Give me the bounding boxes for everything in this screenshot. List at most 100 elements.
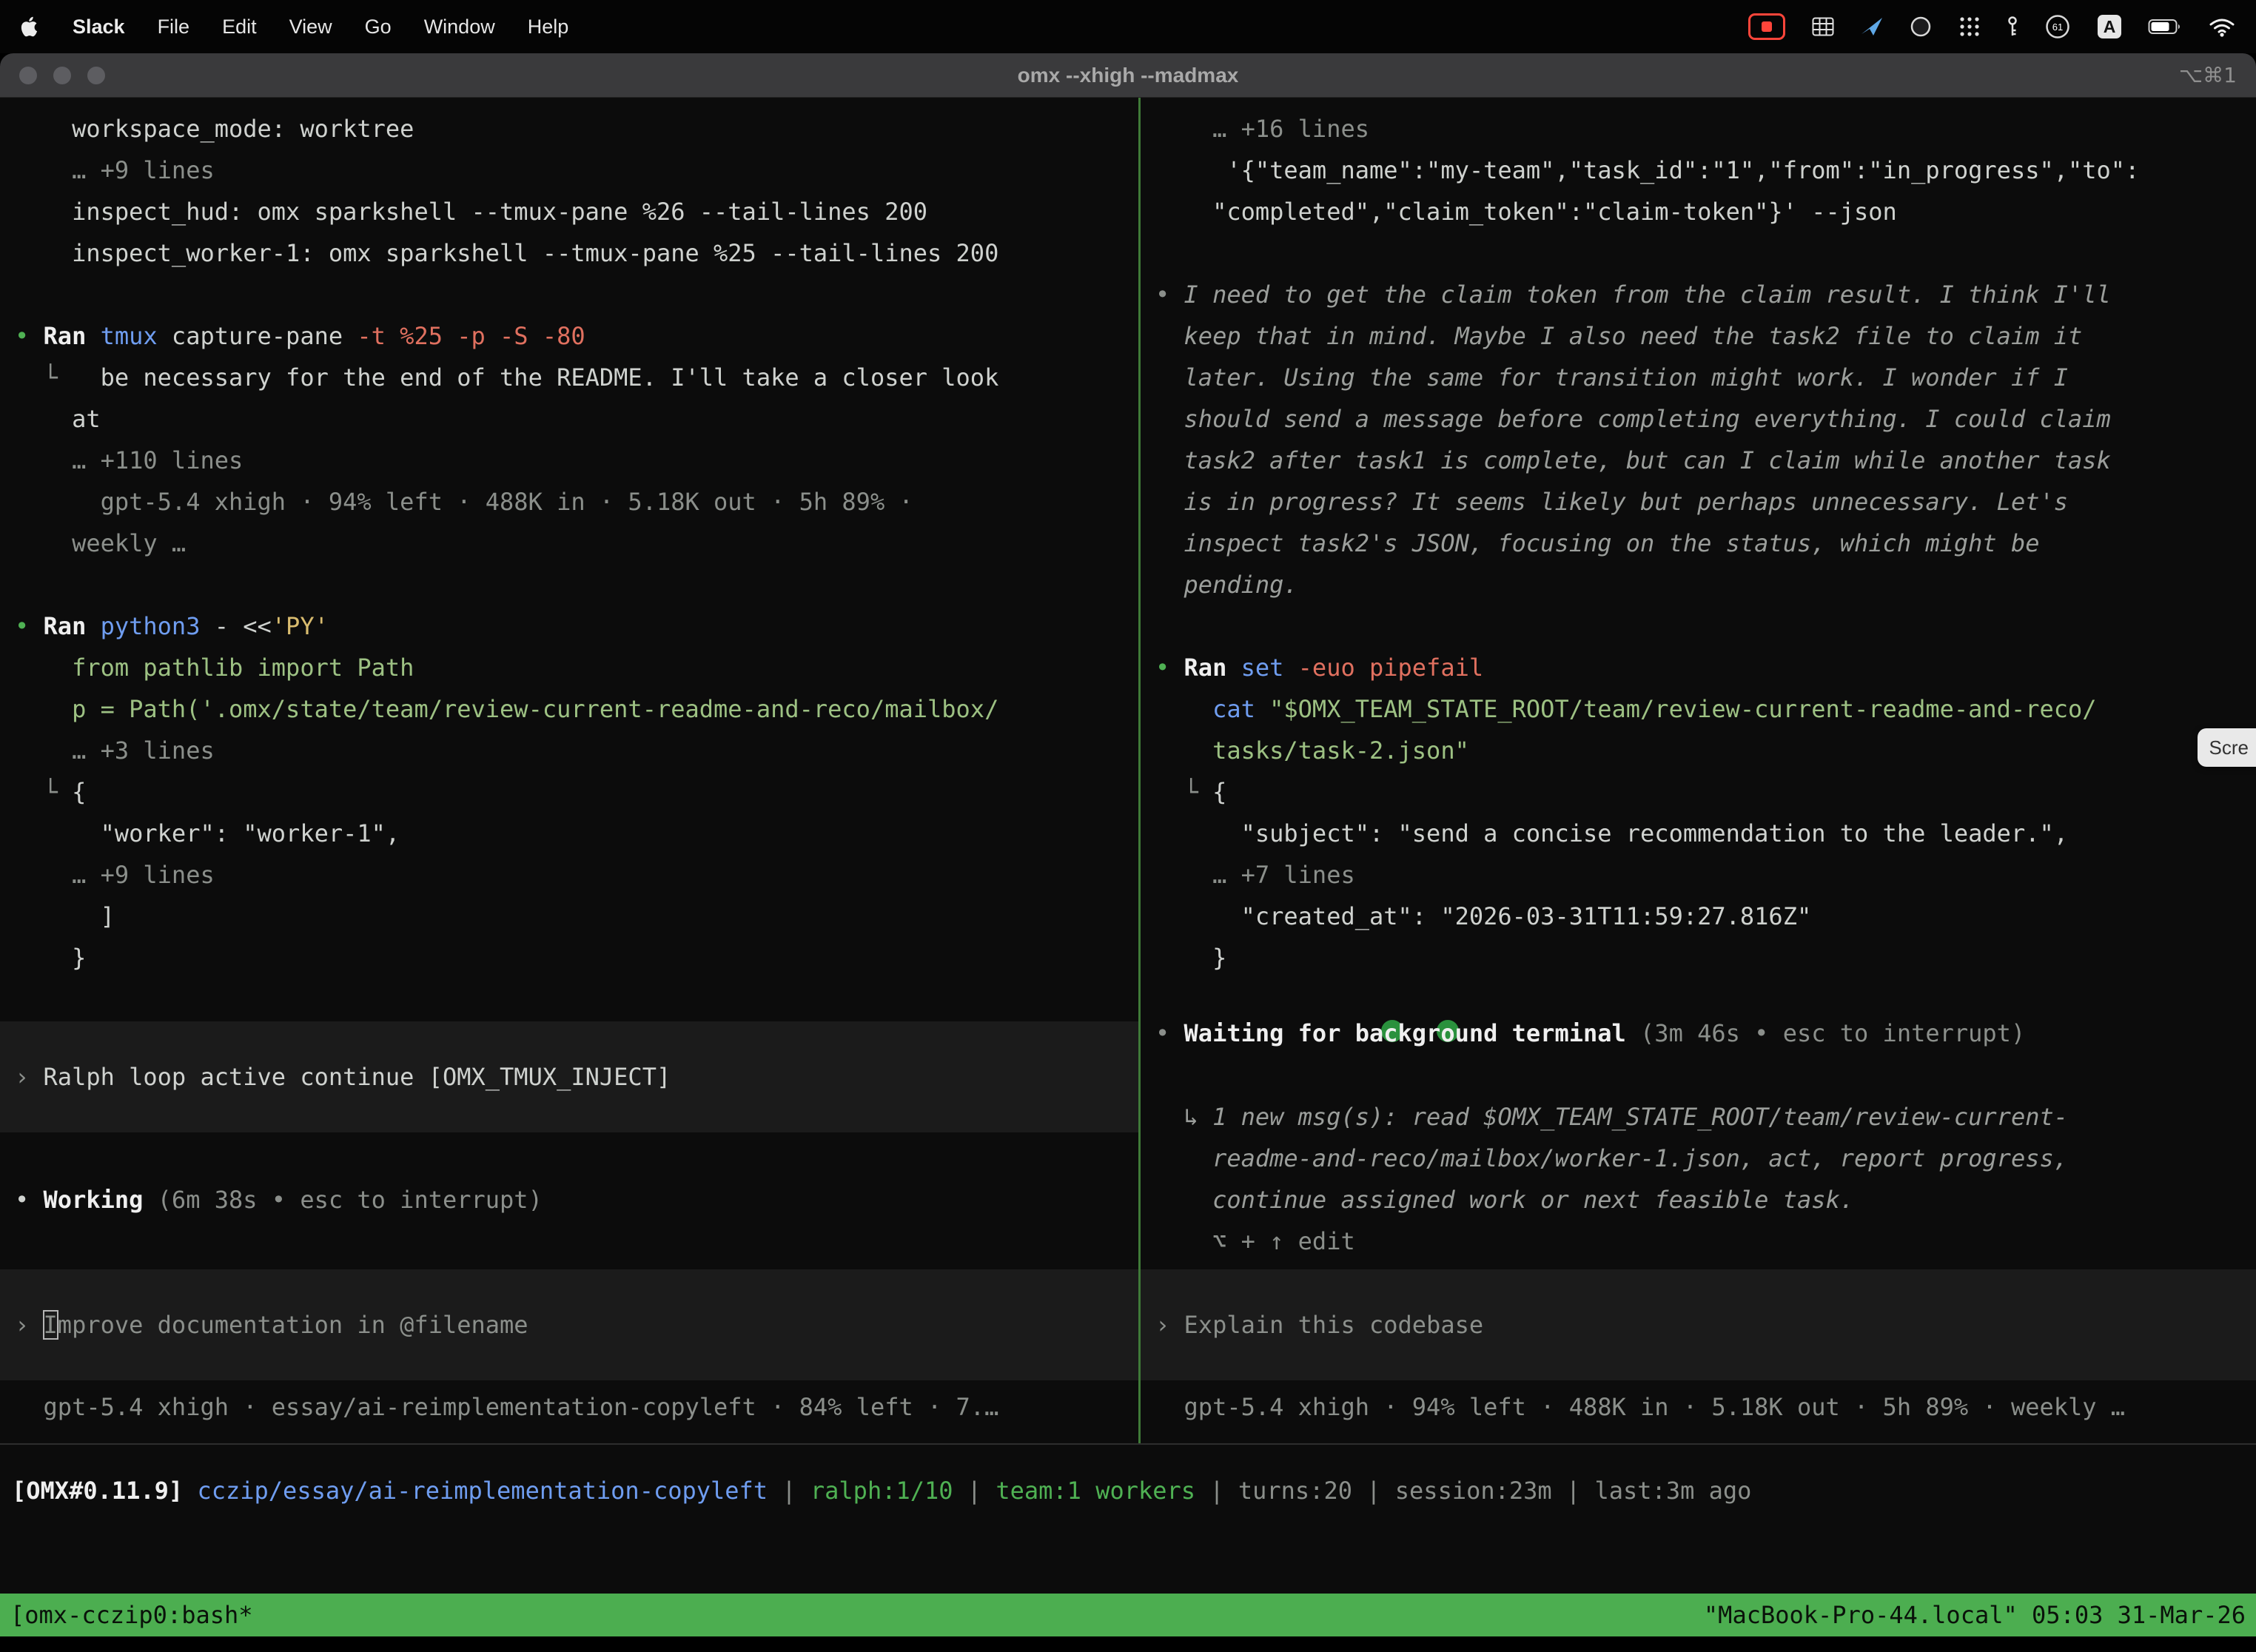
- terminal-line: pending.: [1141, 564, 2256, 605]
- text-segment: tmux: [101, 322, 172, 350]
- text-segment: ›: [15, 1311, 44, 1339]
- text-segment: ↳ 1 new msg(s): read $OMX_TEAM_STATE_ROO…: [1155, 1103, 2068, 1131]
- text-segment: … +110 lines: [15, 446, 243, 474]
- text-segment: └: [15, 363, 101, 392]
- screen-overlay-text: Scre: [2209, 736, 2249, 759]
- text-segment: '{"team_name":"my-team","task_id":"1","f…: [1155, 156, 2139, 184]
- grid-icon[interactable]: [1812, 17, 1834, 36]
- active-app-name[interactable]: Slack: [73, 16, 125, 38]
- menu-edit[interactable]: Edit: [222, 16, 257, 38]
- terminal-line: … +16 lines: [1141, 108, 2256, 150]
- menu-window[interactable]: Window: [424, 16, 495, 38]
- text-segment: ›: [1155, 1311, 1184, 1339]
- spacer: [1141, 1262, 2256, 1269]
- text-segment: "subject": "send a concise recommendatio…: [1155, 819, 2068, 847]
- close-button[interactable]: [19, 67, 37, 84]
- terminal-line: • Working (6m 38s • esc to interrupt): [0, 1179, 1138, 1220]
- text-segment: cat: [1155, 695, 1269, 723]
- text-segment: gpt-5.4 xhigh · 94% left · 488K in · 5.1…: [1155, 1393, 2125, 1421]
- terminal-line: weekly …: [0, 523, 1138, 564]
- text-segment: ]: [15, 902, 115, 930]
- prompt-input[interactable]: › Improve documentation in @filename: [0, 1269, 1138, 1380]
- prompt-input[interactable]: › Explain this codebase: [1141, 1269, 2256, 1380]
- text-segment: "$OMX_TEAM_STATE_ROOT/team/review-curren…: [1269, 695, 2096, 723]
- terminal-line: • Ran set -euo pipefail: [1141, 647, 2256, 688]
- terminal-line: at: [0, 398, 1138, 440]
- terminal-line: p = Path('.omx/state/team/review-current…: [0, 688, 1138, 730]
- text-segment: set: [1241, 654, 1298, 682]
- window-title-bar[interactable]: omx --xhigh --madmax ⌥⌘1: [0, 53, 2256, 98]
- terminal-line: tasks/task-2.json": [1141, 730, 2256, 771]
- text-segment: … +16 lines: [1155, 115, 1369, 143]
- wifi-icon[interactable]: [2209, 16, 2235, 37]
- terminal-line: '{"team_name":"my-team","task_id":"1","f…: [1141, 150, 2256, 191]
- text-segment: "worker": "worker-1",: [15, 819, 400, 847]
- terminal-line: • Ran tmux capture-pane -t %25 -p -S -80: [0, 315, 1138, 357]
- text-segment: }: [1155, 944, 1226, 972]
- text-segment: └: [1155, 778, 1212, 806]
- text-segment: }: [15, 944, 86, 972]
- text-segment: (6m 38s • esc to interrupt): [143, 1186, 542, 1214]
- terminal-line: "worker": "worker-1",: [0, 813, 1138, 854]
- menu-help[interactable]: Help: [528, 16, 569, 38]
- input-source-icon[interactable]: A: [2098, 15, 2121, 38]
- battery-gauge-icon[interactable]: 61: [2044, 13, 2071, 40]
- terminal-line: • Waiting for background terminal (3m 46…: [1141, 1013, 2256, 1054]
- text-segment: -t %25 -p -S -80: [357, 322, 585, 350]
- terminal-line: task2 after task1 is complete, but can I…: [1141, 440, 2256, 481]
- text-segment: p = Path('.omx/state/team/review-current…: [15, 695, 998, 723]
- text-segment: [OMX#0.11.9]: [12, 1477, 197, 1505]
- tmux-session-label[interactable]: [omx-cczip0:bash*: [10, 1601, 253, 1629]
- terminal-line: • Ran python3 - <<'PY': [0, 605, 1138, 647]
- bird-icon[interactable]: [1861, 16, 1883, 37]
- terminal-line: └ {: [0, 771, 1138, 813]
- screen-recording-stop-icon[interactable]: [1748, 13, 1785, 40]
- menu-view[interactable]: View: [289, 16, 332, 38]
- menu-bar: Slack File Edit View Go Window Help 61 A: [0, 0, 2256, 53]
- dots-grid-icon[interactable]: [1958, 16, 1981, 38]
- terminal-line: later. Using the same for transition mig…: [1141, 357, 2256, 398]
- text-segment: tasks/task-2.json": [1155, 736, 1469, 765]
- text-segment: I: [44, 1311, 58, 1339]
- terminal-line: ⌥ + ↑ edit: [1141, 1220, 2256, 1262]
- text-segment: python3: [101, 612, 215, 640]
- right-pane[interactable]: … +16 lines '{"team_name":"my-team","tas…: [1141, 98, 2256, 1443]
- status-separator: [0, 1443, 2256, 1445]
- text-segment: ralph:1/10: [810, 1477, 953, 1505]
- apple-logo-icon[interactable]: [21, 16, 40, 38]
- text-segment: Explain this codebase: [1184, 1311, 1484, 1339]
- text-segment: •: [1155, 1019, 1184, 1047]
- spacer: [0, 564, 1138, 605]
- terminal-line: }: [0, 937, 1138, 978]
- text-segment: |: [768, 1477, 810, 1505]
- status-circle-icon[interactable]: [1910, 16, 1932, 38]
- left-pane[interactable]: workspace_mode: worktree … +9 lines insp…: [0, 98, 1138, 1443]
- text-segment: 'PY': [272, 612, 329, 640]
- battery-icon[interactable]: [2148, 18, 2182, 36]
- terminal-line: should send a message before completing …: [1141, 398, 2256, 440]
- text-segment: "completed","claim_token":"claim-token"}…: [1155, 198, 1897, 226]
- pane-divider[interactable]: [1138, 98, 1141, 1443]
- text-segment: continue assigned work or next feasible …: [1155, 1186, 1854, 1214]
- text-segment: "created_at": "2026-03-31T11:59:27.816Z": [1155, 902, 1811, 930]
- menu-file[interactable]: File: [158, 16, 190, 38]
- terminal-line: ↳ 1 new msg(s): read $OMX_TEAM_STATE_ROO…: [1141, 1096, 2256, 1138]
- minimize-button[interactable]: [53, 67, 71, 84]
- tmux-host-clock-label: "MacBook-Pro-44.local" 05:03 31-Mar-26: [1704, 1601, 2246, 1629]
- terminal-line: • I need to get the claim token from the…: [1141, 274, 2256, 315]
- text-segment: readme-and-reco/mailbox/worker-1.json, a…: [1155, 1144, 2068, 1172]
- prompt-input[interactable]: › Ralph loop active continue [OMX_TMUX_I…: [0, 1021, 1138, 1132]
- key-icon[interactable]: [2007, 16, 2018, 38]
- zoom-button[interactable]: [87, 67, 105, 84]
- terminal-line: gpt-5.4 xhigh · 94% left · 488K in · 5.1…: [1141, 1386, 2256, 1428]
- text-segment: … +3 lines: [15, 736, 215, 765]
- text-segment: •: [15, 322, 44, 350]
- terminal-window: workspace_mode: worktree … +9 lines insp…: [0, 98, 2256, 1636]
- screen-overlay-notification[interactable]: Scre: [2198, 728, 2256, 767]
- text-segment: └: [15, 778, 72, 806]
- text-segment: at: [15, 405, 101, 433]
- menu-go[interactable]: Go: [365, 16, 392, 38]
- text-segment: gpt-5.4 xhigh · 94% left · 488K in · 5.1…: [15, 488, 913, 516]
- spacer: [0, 1220, 1138, 1269]
- terminal-line: inspect task2's JSON, focusing on the st…: [1141, 523, 2256, 564]
